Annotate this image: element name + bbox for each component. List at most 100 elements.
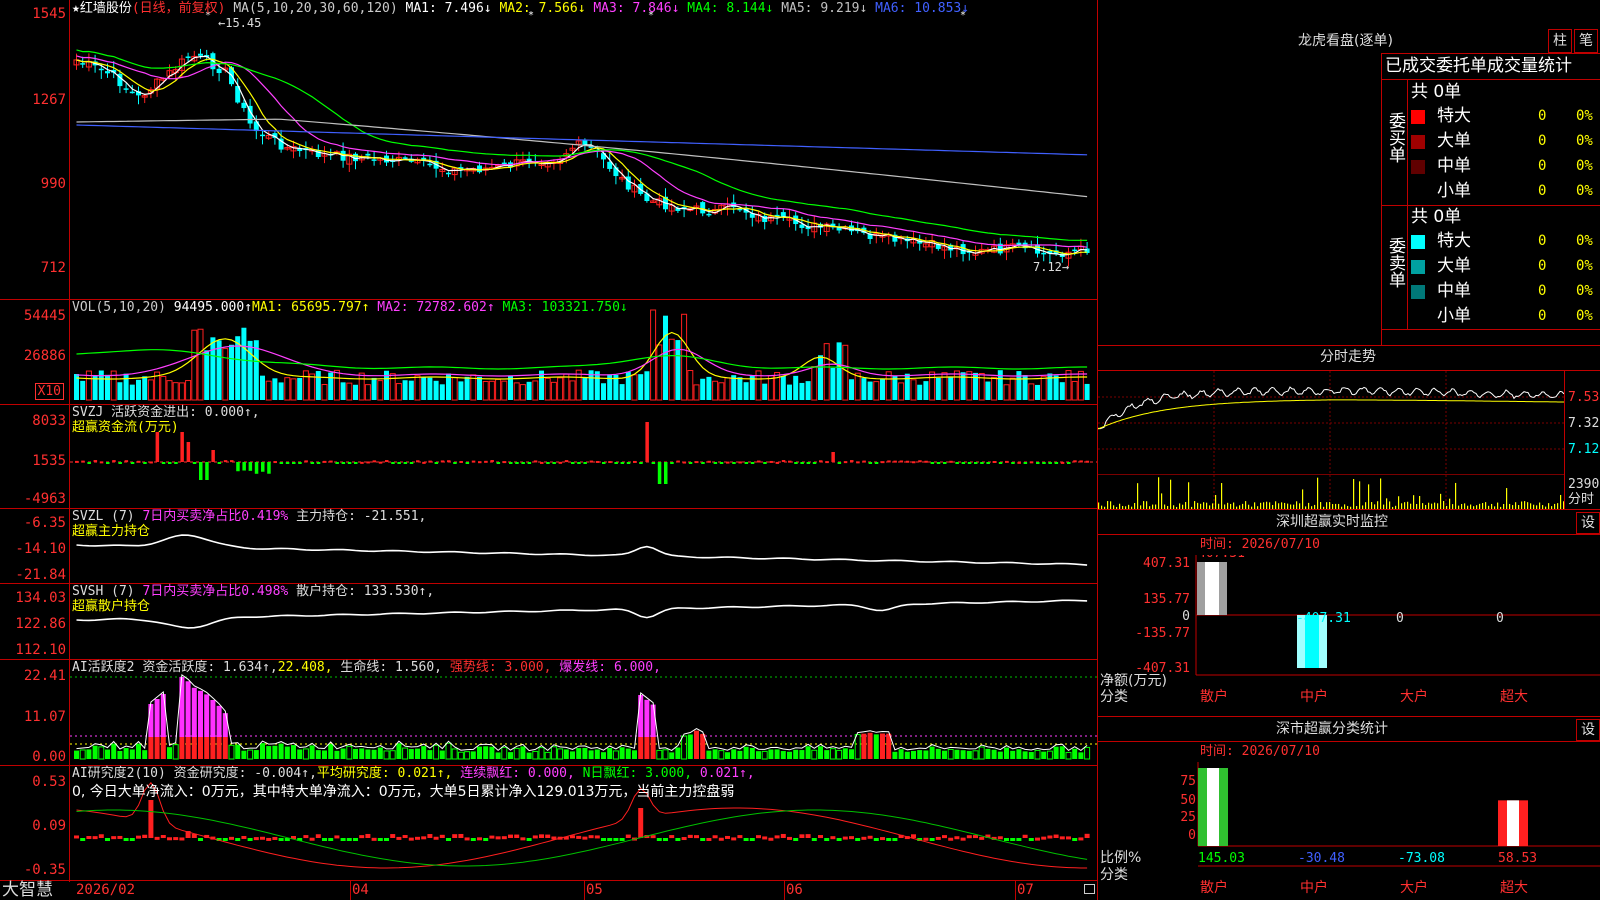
intraday-volume-bar — [1215, 494, 1217, 509]
sz-stats-bar — [1507, 800, 1519, 846]
main-chart-area[interactable]: 1545 1267 990 712 54445 26886 X10 8033 1… — [0, 0, 1098, 900]
svsh-axis-label: 134.03 — [15, 590, 66, 606]
volume-bar — [718, 382, 725, 401]
candle-body — [365, 153, 371, 156]
sz-monitor-axis-label: 407.31 — [1143, 556, 1190, 571]
svzj-bar — [633, 460, 637, 463]
volume-bar — [421, 376, 427, 400]
ai-activity-bar — [302, 748, 309, 760]
ai-research-bar — [954, 836, 960, 840]
svzj-bar — [186, 442, 191, 462]
volume-bar — [488, 380, 495, 401]
intraday-volume-bar — [1320, 502, 1322, 509]
ai-activity-bar — [340, 748, 346, 759]
volume-bar — [842, 344, 849, 401]
stock-name[interactable]: ★红墙股份 — [72, 1, 132, 16]
ai-activity-axis: 22.41 11.07 0.00 — [0, 660, 66, 765]
ai-activity-bar — [371, 749, 377, 759]
svzj-bar — [893, 460, 897, 463]
svzj-bar — [112, 460, 116, 463]
date-label: 07 — [1017, 882, 1034, 898]
volume-bar — [1059, 382, 1065, 400]
period-label: (日线，前复权) — [131, 1, 226, 16]
intraday-volume-label: 2390 — [1568, 477, 1600, 492]
svzj-bar — [174, 462, 178, 464]
ai-activity-bar — [854, 734, 861, 760]
ma6-value: MA6: 10.853↓ — [875, 1, 970, 16]
ai-research-bar — [365, 833, 371, 838]
volume-bar — [700, 378, 706, 400]
sz-stats-settings-button[interactable]: 设 — [1576, 719, 1600, 741]
sz-monitor-settings-button[interactable]: 设 — [1576, 512, 1600, 534]
ai-research-bar — [415, 836, 420, 840]
volume-bar — [917, 384, 923, 400]
intraday-volume-bar — [1377, 501, 1379, 509]
ai-activity-bar — [954, 749, 960, 759]
svzj-bar — [484, 460, 488, 463]
volume-bar — [1003, 384, 1010, 401]
ai-research-bar — [1035, 837, 1040, 841]
ai-activity-bar — [117, 750, 123, 759]
sz-stats-axis-title: 比例% — [1100, 850, 1141, 866]
kline-chart-canvas[interactable]: * * * * — [70, 0, 1097, 880]
sell-row-count: 0 — [1538, 258, 1547, 274]
ai-activity-bar — [154, 699, 160, 737]
sz-stats-time: 时间: 2026/07/10 — [1200, 744, 1320, 759]
ai-activity-axis-label: 11.07 — [23, 709, 66, 725]
ai-research-bar — [725, 835, 730, 839]
volume-bar — [849, 379, 854, 400]
intraday-avg-line — [1098, 399, 1564, 430]
ai-research-bar — [346, 838, 352, 841]
ai-activity-bar — [947, 748, 954, 760]
ai-activity-bar — [793, 749, 799, 759]
ai-research-bar — [452, 834, 458, 838]
intraday-volume-bar — [1275, 501, 1277, 509]
svzj-bar — [713, 462, 718, 464]
ai-research-bar — [371, 837, 377, 841]
ai-research-bar — [74, 835, 79, 839]
volume-bar — [1040, 375, 1047, 401]
ai-research-bar — [198, 838, 203, 841]
ai-research-bar — [1059, 836, 1065, 840]
ai-activity-header: AI活跃度2 资金活跃度: 1.634↑,22.408, 生命线: 1.560,… — [72, 660, 661, 675]
ai-activity-bar — [172, 744, 179, 760]
ai-research-bar — [818, 835, 823, 839]
svzj-bar — [391, 462, 395, 464]
sz-monitor-chart[interactable]: 407.31135.770-135.77-407.31407.31-407.31… — [1098, 555, 1600, 715]
bar-mode-button[interactable]: 柱 — [1548, 29, 1572, 53]
volume-bar — [991, 376, 998, 401]
svzj-bar — [757, 460, 761, 463]
volume-bar — [123, 373, 129, 400]
ai-activity-bar — [198, 690, 203, 737]
ai-activity-bar — [222, 737, 228, 759]
volume-bar — [408, 380, 414, 400]
svzj-bar — [75, 460, 79, 463]
intraday-chart[interactable] — [1098, 371, 1564, 509]
ai-activity-bar — [805, 746, 811, 759]
svzj-bar — [992, 460, 997, 463]
svzj-bar — [149, 461, 153, 464]
svzj-bar — [595, 460, 600, 463]
volume-bar — [1028, 383, 1035, 401]
ai-research-bar — [123, 838, 129, 841]
volume-bar — [166, 380, 173, 401]
intraday-volume-bar — [1524, 501, 1526, 509]
ai-activity-bar — [1022, 751, 1028, 759]
ai-activity-bar — [960, 750, 966, 759]
intraday-volume-bar — [1137, 483, 1139, 509]
price-axis-label: 1267 — [32, 92, 66, 108]
ai-activity-bar — [284, 746, 290, 759]
ai-activity-bar — [873, 734, 879, 759]
ma4-value: MA4: 8.144↓ — [687, 1, 774, 16]
intraday-volume-bar — [1443, 501, 1445, 509]
volume-bar — [823, 343, 830, 401]
volume-bar — [216, 340, 222, 400]
svzj-bar — [360, 461, 364, 464]
lock-icon[interactable] — [1084, 884, 1095, 894]
svzj-bar — [825, 461, 829, 464]
sz-stats-chart[interactable]: 75 50 25 0145.03 -30.48 -73.08 58.53 比例%分类散户 中户 大… — [1098, 762, 1600, 900]
ai-activity-bar — [669, 752, 675, 759]
intraday-volume-bar — [1449, 498, 1451, 509]
tick-mode-button[interactable]: 笔 — [1574, 29, 1598, 53]
intraday-volume-bar — [1245, 501, 1247, 509]
